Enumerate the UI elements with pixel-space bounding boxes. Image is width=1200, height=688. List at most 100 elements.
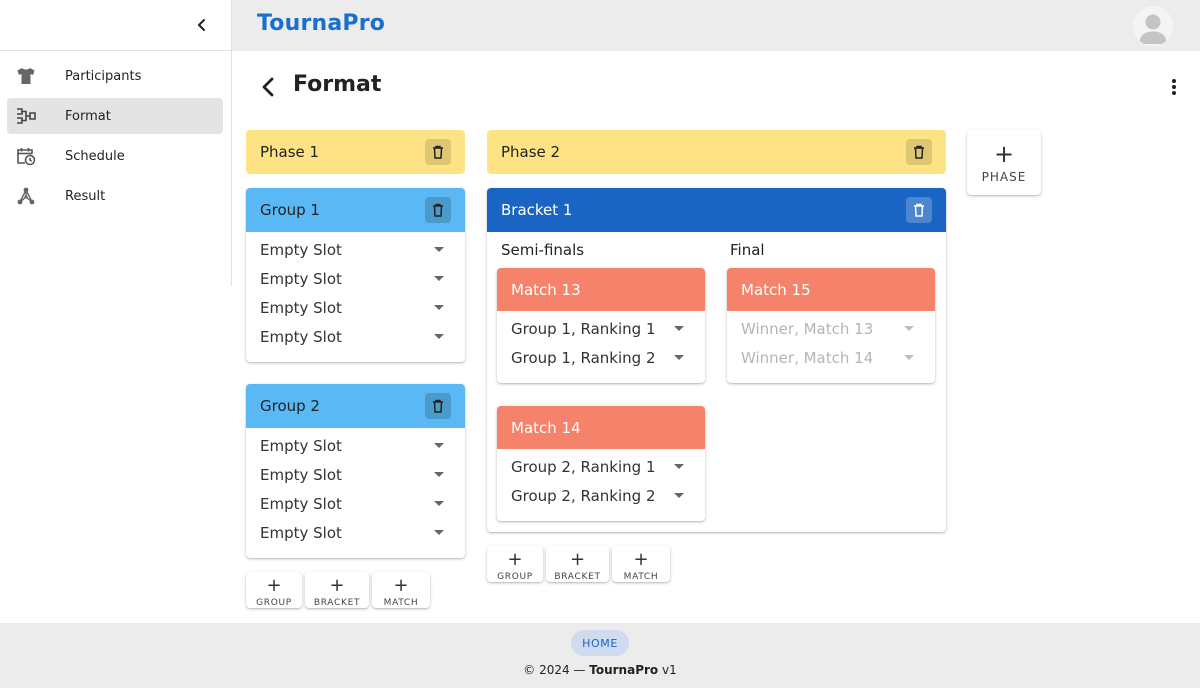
sidebar: Participants Format Schedule Result — [0, 0, 232, 286]
plus-icon: + — [329, 575, 345, 596]
bracket-header: Bracket 1 — [487, 188, 946, 232]
plus-icon: + — [569, 549, 586, 570]
more-options-button[interactable] — [1164, 76, 1184, 98]
dropdown-caret-icon — [434, 501, 444, 506]
delete-phase-button[interactable] — [425, 139, 451, 165]
add-match-button[interactable]: + MATCH — [612, 546, 670, 582]
slot-select[interactable]: Empty Slot — [246, 489, 465, 518]
tshirt-icon — [15, 65, 37, 87]
add-group-button[interactable]: + GROUP — [487, 546, 543, 582]
add-phase-label: PHASE — [981, 170, 1027, 184]
dropdown-caret-icon — [904, 355, 914, 360]
slot-select[interactable]: Empty Slot — [246, 264, 465, 293]
sidebar-item-label: Result — [65, 188, 106, 204]
group-card: Group 1 Empty Slot Empty Slot Empty Slot… — [246, 188, 465, 362]
add-bracket-button[interactable]: + BRACKET — [546, 546, 609, 582]
match-card: Match 14 Group 2, Ranking 1 Group 2, Ran… — [497, 406, 705, 521]
dropdown-caret-icon — [434, 305, 444, 310]
slot-select[interactable]: Group 1, Ranking 2 — [497, 343, 705, 372]
slot-value: Empty Slot — [260, 523, 342, 542]
user-avatar-icon — [1139, 14, 1167, 44]
add-bracket-label: BRACKET — [554, 572, 601, 582]
bracket-tree-icon — [15, 105, 37, 127]
plus-icon: + — [507, 549, 523, 570]
delete-group-button[interactable] — [425, 393, 451, 419]
slot-value: Group 1, Ranking 1 — [511, 319, 656, 338]
bracket-title: Bracket 1 — [501, 201, 573, 219]
match-title: Match 14 — [511, 418, 581, 437]
bracket-card: Bracket 1 Semi-finals Final Match 13 Gro… — [487, 188, 946, 532]
phase-header: Phase 2 — [487, 130, 946, 174]
slot-select[interactable]: Empty Slot — [246, 518, 465, 547]
dropdown-caret-icon — [434, 472, 444, 477]
match-title: Match 13 — [511, 280, 581, 299]
sidebar-item-label: Schedule — [65, 148, 125, 164]
add-phase-button[interactable]: + PHASE — [967, 130, 1041, 195]
sidebar-header — [0, 0, 231, 51]
add-bracket-button[interactable]: + BRACKET — [305, 572, 369, 608]
delete-bracket-button[interactable] — [906, 197, 932, 223]
sidebar-item-schedule[interactable]: Schedule — [7, 138, 223, 174]
trash-icon — [433, 399, 443, 413]
slot-select[interactable]: Empty Slot — [246, 460, 465, 489]
dropdown-caret-icon — [674, 464, 684, 469]
plus-icon: + — [393, 575, 409, 596]
dropdown-caret-icon — [434, 276, 444, 281]
dropdown-caret-icon — [674, 355, 684, 360]
plus-icon: + — [993, 140, 1015, 168]
slot-value: Winner, Match 14 — [741, 348, 874, 367]
avatar[interactable] — [1133, 6, 1173, 46]
group-header: Group 1 — [246, 188, 465, 232]
footer: HOME © 2024 — TournaPro v1 — [0, 623, 1200, 688]
dropdown-caret-icon — [434, 247, 444, 252]
slot-select[interactable]: Group 2, Ranking 1 — [497, 452, 705, 481]
slot-select[interactable]: Empty Slot — [246, 293, 465, 322]
add-group-button[interactable]: + GROUP — [246, 572, 302, 608]
match-header: Match 14 — [497, 406, 705, 449]
delete-group-button[interactable] — [425, 197, 451, 223]
slot-value: Group 2, Ranking 2 — [511, 486, 656, 505]
sidebar-item-participants[interactable]: Participants — [7, 58, 223, 94]
add-match-label: MATCH — [623, 572, 659, 582]
sidebar-item-format[interactable]: Format — [7, 98, 223, 134]
slot-value: Empty Slot — [260, 465, 342, 484]
more-vertical-icon — [1172, 79, 1176, 95]
slot-value: Winner, Match 13 — [741, 319, 874, 338]
add-match-button[interactable]: + MATCH — [372, 572, 430, 608]
dropdown-caret-icon — [434, 443, 444, 448]
slot-select[interactable]: Empty Slot — [246, 235, 465, 264]
chevron-left-icon — [198, 19, 205, 31]
trash-icon — [914, 203, 924, 217]
phase-title: Phase 1 — [260, 143, 320, 161]
back-button[interactable] — [257, 75, 279, 99]
dropdown-caret-icon — [434, 530, 444, 535]
slot-select-disabled: Winner, Match 14 — [727, 343, 935, 372]
home-button[interactable]: HOME — [571, 630, 629, 656]
top-app-bar: TournaPro — [232, 0, 1200, 51]
slot-value: Group 1, Ranking 2 — [511, 348, 656, 367]
match-header: Match 15 — [727, 268, 935, 311]
group-title: Group 1 — [260, 201, 320, 219]
slot-value: Empty Slot — [260, 298, 342, 317]
group-header: Group 2 — [246, 384, 465, 428]
slot-value: Empty Slot — [260, 436, 342, 455]
match-card: Match 13 Group 1, Ranking 1 Group 1, Ran… — [497, 268, 705, 383]
collapse-sidebar-button[interactable] — [191, 14, 213, 36]
round-label: Semi-finals — [501, 241, 585, 259]
add-bracket-label: BRACKET — [313, 598, 361, 608]
dropdown-caret-icon — [904, 326, 914, 331]
network-nodes-icon — [15, 185, 37, 207]
delete-phase-button[interactable] — [906, 139, 932, 165]
dropdown-caret-icon — [674, 326, 684, 331]
add-group-label: GROUP — [256, 598, 292, 608]
slot-select[interactable]: Empty Slot — [246, 431, 465, 460]
copyright-prefix: © 2024 — — [523, 663, 590, 677]
slot-value: Empty Slot — [260, 269, 342, 288]
slot-value: Empty Slot — [260, 240, 342, 259]
slot-select[interactable]: Group 2, Ranking 2 — [497, 481, 705, 510]
arrow-back-icon — [262, 77, 274, 97]
slot-value: Group 2, Ranking 1 — [511, 457, 656, 476]
sidebar-item-result[interactable]: Result — [7, 178, 223, 214]
slot-select[interactable]: Empty Slot — [246, 322, 465, 351]
slot-select[interactable]: Group 1, Ranking 1 — [497, 314, 705, 343]
